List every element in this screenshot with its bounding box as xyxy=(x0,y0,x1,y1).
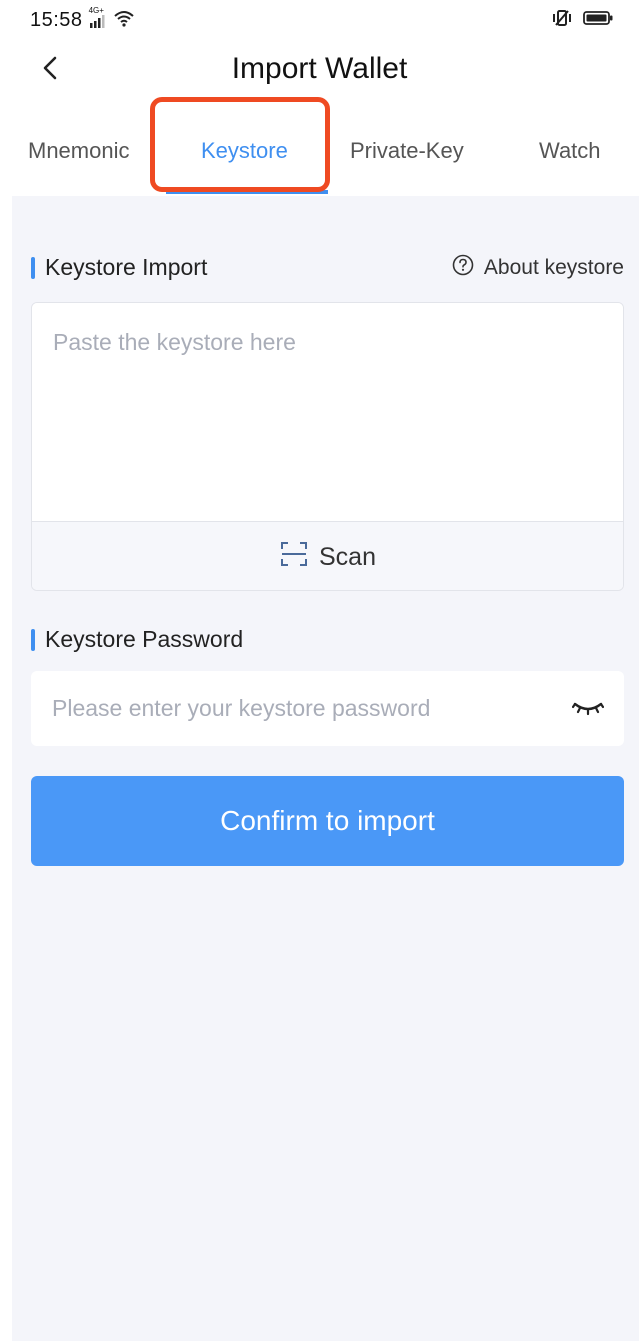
status-bar: 15:58 4G+ xyxy=(0,0,639,40)
tab-mnemonic[interactable]: Mnemonic xyxy=(28,138,129,178)
eye-closed-icon xyxy=(571,698,605,721)
signal-icon: 4G+ xyxy=(89,6,107,28)
scan-button[interactable]: Scan xyxy=(32,521,623,590)
network-label: 4G+ xyxy=(88,6,104,15)
about-keystore-link[interactable]: About keystore xyxy=(452,254,624,282)
keystore-textarea[interactable] xyxy=(32,303,623,521)
about-keystore-label: About keystore xyxy=(483,256,624,279)
status-left: 15:58 4G+ xyxy=(30,6,135,32)
password-input[interactable] xyxy=(31,671,551,746)
scan-icon xyxy=(279,539,309,576)
keystore-card: Scan xyxy=(31,302,624,591)
keystore-password-title: Keystore Password xyxy=(45,626,244,652)
section-accent-bar xyxy=(31,628,35,651)
tab-watch[interactable]: Watch xyxy=(539,138,601,178)
password-visibility-toggle[interactable] xyxy=(570,695,606,723)
status-right xyxy=(551,9,613,32)
battery-icon xyxy=(583,10,613,31)
wifi-icon xyxy=(113,9,135,32)
vibrate-icon xyxy=(551,9,573,32)
active-tab-indicator xyxy=(166,190,328,194)
tab-keystore[interactable]: Keystore xyxy=(201,138,288,178)
section-accent-bar xyxy=(31,256,35,279)
status-time: 15:58 xyxy=(30,8,83,31)
tab-bar: Mnemonic Keystore Private-Key Watch xyxy=(0,118,639,196)
keystore-password-heading: Keystore Password xyxy=(31,626,243,653)
page-title: Import Wallet xyxy=(231,52,408,85)
nav-bar: Import Wallet xyxy=(0,40,639,102)
password-field xyxy=(31,671,624,746)
keystore-import-heading: Keystore Import xyxy=(31,254,207,281)
scan-label: Scan xyxy=(319,542,376,571)
confirm-import-button[interactable]: Confirm to import xyxy=(31,776,624,866)
keystore-import-title: Keystore Import xyxy=(45,254,208,280)
tab-private-key[interactable]: Private-Key xyxy=(350,138,464,178)
question-circle-icon xyxy=(452,254,474,282)
